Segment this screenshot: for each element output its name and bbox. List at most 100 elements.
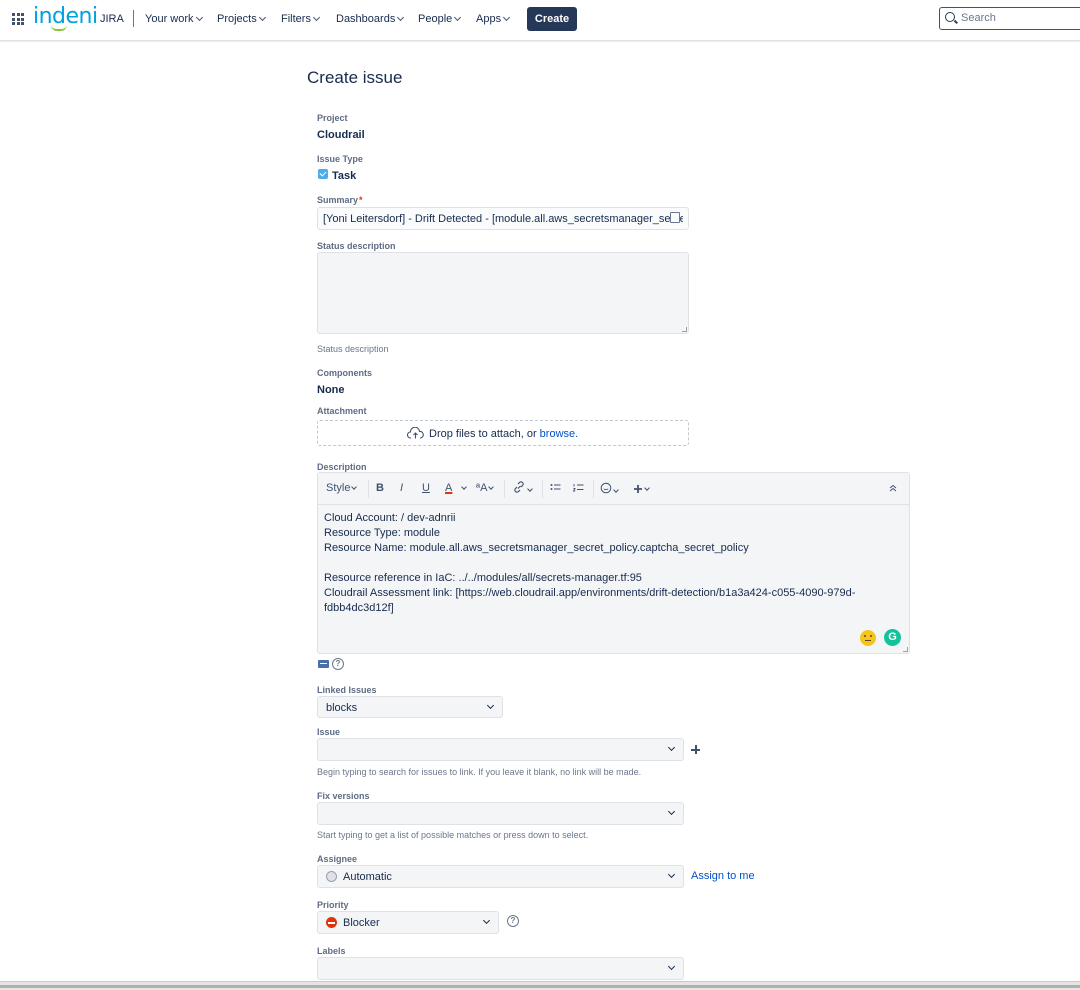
drop-files-label: Drop files to attach, or [429, 428, 540, 440]
issue-type-value[interactable]: Task [332, 170, 356, 182]
chevron-down-icon [312, 13, 320, 22]
chevron-down-icon [667, 962, 676, 971]
toolbar-divider [542, 480, 543, 498]
grammarly-icon[interactable]: G [884, 629, 901, 646]
description-line: Cloud Account: / dev-adnrii [324, 512, 456, 524]
chevron-down-icon [482, 916, 491, 925]
linked-issues-value: blocks [326, 702, 358, 714]
linked-issues-select[interactable]: blocks [317, 696, 503, 718]
nav-people[interactable]: People [418, 13, 462, 25]
chevron-down-icon [667, 807, 676, 816]
description-text[interactable]: Cloud Account: / dev-adnrii Resource Typ… [324, 511, 899, 616]
fix-versions-help: Start typing to get a list of possible m… [317, 830, 589, 840]
nav-projects-label: Projects [217, 13, 257, 25]
avatar-icon [326, 871, 337, 882]
labels-select[interactable] [317, 957, 684, 980]
project-value[interactable]: Cloudrail [317, 129, 365, 141]
app-switcher-icon[interactable] [12, 13, 24, 25]
status-description-textarea[interactable] [317, 252, 689, 334]
text-effects-label: ªA [476, 482, 488, 494]
insert-more-dropdown[interactable] [633, 481, 650, 497]
bullet-list-icon [550, 484, 561, 490]
top-navigation: indeni JIRA Your work Projects Filters D… [0, 0, 1080, 41]
text-color-button[interactable]: A [445, 482, 452, 494]
drop-files-text: Drop files to attach, or browse. [429, 428, 578, 440]
description-line: Cloudrail Assessment link: [https://web.… [324, 587, 856, 614]
nav-filters[interactable]: Filters [281, 13, 320, 25]
nav-your-work[interactable]: Your work [145, 13, 203, 25]
required-marker: * [359, 195, 363, 205]
chevron-down-icon [613, 487, 619, 493]
nav-dashboards[interactable]: Dashboards [336, 13, 405, 25]
components-label: Components [317, 368, 372, 378]
summary-input[interactable] [317, 207, 689, 230]
bullet-list-button[interactable] [550, 483, 561, 496]
description-line: Resource Name: module.all.aws_secretsman… [324, 542, 749, 554]
description-editor[interactable]: Style B I U A ªA Cloud Account: / dev-ad… [317, 472, 910, 654]
numbered-list-icon [572, 484, 584, 492]
fix-versions-select[interactable] [317, 802, 684, 825]
blocker-priority-icon [326, 917, 337, 928]
smiley-icon [600, 482, 612, 494]
chevron-down-icon [397, 13, 405, 22]
product-name[interactable]: JIRA [100, 13, 124, 25]
chevron-down-icon [258, 13, 266, 22]
nav-apps[interactable]: Apps [476, 13, 511, 25]
bold-button[interactable]: B [376, 482, 384, 494]
help-icon[interactable]: ? [332, 658, 344, 670]
search-input[interactable] [961, 10, 1080, 26]
chevron-down-icon [486, 701, 495, 710]
link-dropdown[interactable] [512, 481, 533, 496]
nav-people-label: People [418, 13, 453, 25]
priority-select[interactable]: Blocker [317, 911, 499, 934]
priority-help-icon[interactable]: ? [507, 915, 519, 927]
horizontal-scrollbar[interactable] [0, 981, 1080, 990]
emoji-icon[interactable] [860, 630, 876, 646]
chevron-down-icon [667, 743, 676, 752]
nav-dashboards-label: Dashboards [336, 13, 396, 25]
resize-handle-icon[interactable] [903, 647, 908, 652]
page-title: Create issue [307, 68, 403, 87]
underline-button[interactable]: U [422, 482, 430, 494]
browse-link[interactable]: browse. [540, 428, 579, 440]
logo-smile-mark [51, 25, 67, 31]
text-effects-dropdown[interactable]: ªA [476, 482, 495, 494]
assign-to-me-link[interactable]: Assign to me [691, 870, 755, 882]
assignee-select[interactable]: Automatic [317, 865, 684, 888]
chevron-down-icon [454, 13, 462, 22]
double-chevron-up-icon [889, 484, 897, 492]
labels-label: Labels [317, 946, 346, 956]
chevron-down-icon [503, 13, 511, 22]
add-issue-link-icon[interactable] [691, 745, 700, 754]
resize-handle-icon[interactable] [682, 327, 687, 332]
assignee-label: Assignee [317, 854, 358, 864]
style-dropdown[interactable]: Style [326, 482, 358, 494]
emoticon-dropdown[interactable] [600, 482, 619, 497]
project-label: Project [317, 113, 348, 123]
text-color-dropdown[interactable] [460, 482, 467, 494]
field-helper-icon[interactable] [670, 212, 680, 223]
italic-button[interactable]: I [400, 482, 403, 494]
collapse-toolbar-button[interactable] [889, 483, 897, 495]
editor-toolbar: Style B I U A ªA [318, 473, 909, 505]
link-icon [514, 481, 524, 493]
numbered-list-button[interactable] [572, 483, 584, 496]
nav-filters-label: Filters [281, 13, 311, 25]
issue-select[interactable] [317, 738, 684, 761]
chevron-down-icon [195, 13, 203, 22]
components-value[interactable]: None [317, 384, 345, 396]
nav-your-work-label: Your work [145, 13, 194, 25]
style-dropdown-label: Style [326, 482, 351, 494]
create-button[interactable]: Create [527, 7, 577, 31]
priority-value: Blocker [343, 917, 380, 929]
description-line: Resource reference in IaC: ../../modules… [324, 572, 642, 584]
priority-label: Priority [317, 900, 349, 910]
summary-label: Summary* [317, 195, 363, 205]
search-box[interactable] [939, 7, 1080, 30]
text-mode-toggle-icon[interactable] [318, 660, 329, 668]
nav-projects[interactable]: Projects [217, 13, 266, 25]
attachment-dropzone[interactable]: Drop files to attach, or browse. [317, 420, 689, 446]
linked-issues-label: Linked Issues [317, 685, 377, 695]
toolbar-divider [368, 480, 369, 498]
chevron-down-icon [527, 486, 533, 492]
